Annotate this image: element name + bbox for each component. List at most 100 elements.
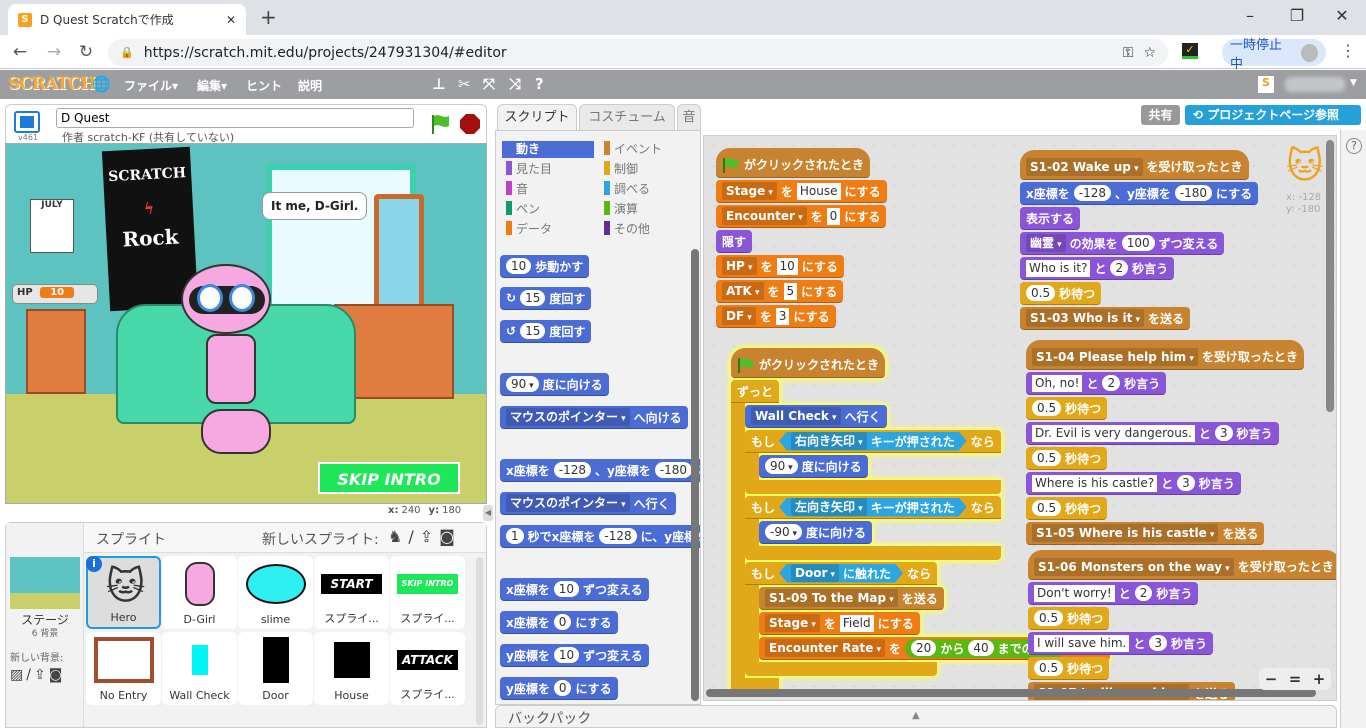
- palette-scrollbar[interactable]: [691, 249, 699, 701]
- sprite-tile[interactable]: Door: [238, 632, 313, 705]
- tab-sounds[interactable]: 音: [677, 104, 701, 131]
- number-input[interactable]: 0.5: [1032, 450, 1062, 466]
- share-button[interactable]: 共有: [1141, 105, 1180, 125]
- number-input[interactable]: 0.5: [1032, 400, 1062, 416]
- script-block[interactable]: StageをHouseにする: [716, 180, 887, 203]
- text-input[interactable]: Who is it?: [1026, 259, 1091, 277]
- close-tab-icon[interactable]: ✕: [226, 13, 236, 27]
- paint-backdrop-icon[interactable]: /: [26, 667, 34, 683]
- zoom-reset-icon[interactable]: =: [1289, 670, 1302, 688]
- minimize-button[interactable]: –: [1235, 6, 1265, 25]
- extension-icon[interactable]: ✓: [1182, 43, 1198, 59]
- tab-scripts[interactable]: スクリプト: [497, 104, 577, 131]
- menu-kebab-icon[interactable]: ⋮: [1340, 41, 1356, 60]
- number-input[interactable]: -128: [1073, 185, 1111, 201]
- sprite-tile[interactable]: ATTACK スプライ...: [390, 632, 465, 705]
- text-input[interactable]: Where is his castle?: [1032, 474, 1158, 492]
- tab-costumes[interactable]: コスチューム: [579, 104, 675, 131]
- dropdown[interactable]: DF: [722, 307, 756, 325]
- dropdown[interactable]: HP: [722, 257, 757, 275]
- profile-paused-button[interactable]: 一時停止中: [1222, 38, 1326, 72]
- script-block[interactable]: Dr. Evil is very dangerous. と 3 秒言う: [1026, 422, 1279, 445]
- url-bar[interactable]: 🔒 https://scratch.mit.edu/projects/24793…: [108, 39, 1168, 66]
- dropdown[interactable]: Wall Check: [751, 407, 841, 425]
- scripts-horizontal-scrollbar[interactable]: [706, 689, 1316, 697]
- upload-sprite-icon[interactable]: ⇪: [420, 527, 439, 546]
- boolean-reporter[interactable]: 左向き矢印キーが押された: [779, 498, 967, 517]
- boolean-reporter[interactable]: Door に触れた: [779, 564, 903, 583]
- script-block[interactable]: S1-03 Who is it を送る: [1020, 307, 1191, 330]
- dropdown[interactable]: Stage: [722, 182, 777, 200]
- c-block[interactable]: もし左向き矢印キーが押されたなら -90 度に向ける: [745, 496, 1001, 560]
- hat-block[interactable]: S1-02 Wake upを受け取ったとき: [1020, 150, 1249, 180]
- sprite-tile[interactable]: START スプライ...: [314, 556, 389, 629]
- script-block[interactable]: ↺ 15 度回す: [500, 320, 592, 343]
- hat-block[interactable]: S1-06 Monsters on the wayを受け取ったとき: [1028, 550, 1336, 580]
- script-block[interactable]: 幽霊の効果を100ずつ変える: [1020, 232, 1225, 255]
- script-block[interactable]: 0.5 秒待つ: [1026, 497, 1108, 520]
- username-blurred[interactable]: [1285, 77, 1345, 92]
- zoom-in-icon[interactable]: +: [1313, 670, 1326, 688]
- duplicate-stamp-icon[interactable]: ⊥: [432, 75, 446, 93]
- number-input[interactable]: 10: [506, 258, 532, 274]
- script-block[interactable]: ずっと: [731, 380, 780, 403]
- direction-dropdown[interactable]: 90: [765, 458, 798, 474]
- script-stack[interactable]: がクリックされたときStageをHouseにするEncounterを0にする隠す…: [716, 148, 887, 330]
- c-block[interactable]: もし右向き矢印キーが押されたなら90度に向ける: [745, 430, 1001, 494]
- backpack[interactable]: バックパック ▲: [495, 705, 1337, 728]
- see-project-page-button[interactable]: ⟲ プロジェクトページ参照: [1185, 105, 1361, 125]
- script-block[interactable]: Oh, no! と 2 秒言う: [1026, 372, 1167, 395]
- number-input[interactable]: -128: [599, 528, 637, 544]
- script-block[interactable]: I will save him. と 3 秒言う: [1028, 632, 1214, 655]
- menu-file[interactable]: ファイル▾: [124, 77, 178, 94]
- forward-icon[interactable]: →: [42, 42, 66, 62]
- project-title-input[interactable]: [56, 108, 414, 128]
- dropdown[interactable]: S1-04 Please help him: [1032, 347, 1198, 366]
- script-block[interactable]: ATKを5にする: [716, 280, 844, 303]
- dropdown[interactable]: 右向き矢印: [791, 432, 867, 450]
- script-block[interactable]: x座標を 0 にする: [500, 611, 618, 634]
- browser-tab[interactable]: S D Quest Scratchで作成 ✕: [8, 4, 246, 35]
- number-input[interactable]: 0: [553, 614, 572, 630]
- dropdown[interactable]: マウスのポインター: [506, 408, 630, 426]
- menu-edit[interactable]: 編集▾: [197, 77, 227, 94]
- number-input[interactable]: 0: [553, 680, 572, 696]
- camera-backdrop-icon[interactable]: ◙: [49, 667, 66, 683]
- number-input[interactable]: 40: [968, 640, 994, 656]
- sprite-tile[interactable]: SKIP INTRO スプライ...: [390, 556, 465, 629]
- backdrop-library-icon[interactable]: ▨: [10, 667, 26, 683]
- scripts-vertical-scrollbar[interactable]: [1326, 140, 1334, 412]
- number-input[interactable]: 20: [911, 640, 937, 656]
- script-block[interactable]: 表示する: [1020, 207, 1081, 230]
- category-1[interactable]: イベント: [600, 141, 692, 158]
- globe-icon[interactable]: 🌐: [92, 75, 111, 93]
- my-stuff-icon[interactable]: S: [1258, 76, 1274, 93]
- script-block[interactable]: 0.5 秒待つ: [1028, 607, 1110, 630]
- script-stack[interactable]: S1-04 Please help himを受け取ったときOh, no!と2秒言…: [1026, 340, 1304, 547]
- script-block[interactable]: マウスのポインターへ向ける: [500, 406, 688, 429]
- zoom-out-icon[interactable]: −: [1265, 670, 1278, 688]
- dropdown[interactable]: S1-06 Monsters on the way: [1034, 557, 1234, 576]
- script-block[interactable]: 90度に向ける: [759, 455, 868, 478]
- script-block[interactable]: もし右向き矢印キーが押されたなら: [745, 430, 1001, 453]
- new-tab-button[interactable]: +: [260, 5, 277, 29]
- dropdown[interactable]: マウスのポインター: [506, 494, 630, 512]
- dropdown[interactable]: Encounter Rate: [765, 639, 886, 657]
- script-block[interactable]: S1-05 Where is his castleを送る: [1026, 522, 1265, 545]
- dropdown[interactable]: 左向き矢印: [791, 498, 867, 516]
- hat-block[interactable]: がクリックされたとき: [731, 348, 886, 378]
- backpack-expand-icon[interactable]: ▲: [912, 710, 920, 721]
- script-block[interactable]: y座標を 10 ずつ変える: [500, 644, 649, 667]
- boolean-reporter[interactable]: 右向き矢印キーが押された: [779, 432, 967, 451]
- sprite-tile[interactable]: House: [314, 632, 389, 705]
- category-9[interactable]: その他: [600, 221, 692, 238]
- script-block[interactable]: 0.5 秒待つ: [1028, 657, 1110, 680]
- number-input[interactable]: -128: [553, 462, 591, 478]
- text-input[interactable]: House: [796, 182, 841, 200]
- sprite-tile[interactable]: No Entry: [86, 632, 161, 705]
- sprite-tile[interactable]: 🐱 Hero i: [86, 556, 161, 629]
- script-block[interactable]: 0.5 秒待つ: [1026, 397, 1108, 420]
- dropdown[interactable]: S1-02 Wake up: [1026, 157, 1143, 176]
- dropdown[interactable]: 幽霊: [1026, 234, 1066, 252]
- text-input[interactable]: 3: [775, 307, 790, 325]
